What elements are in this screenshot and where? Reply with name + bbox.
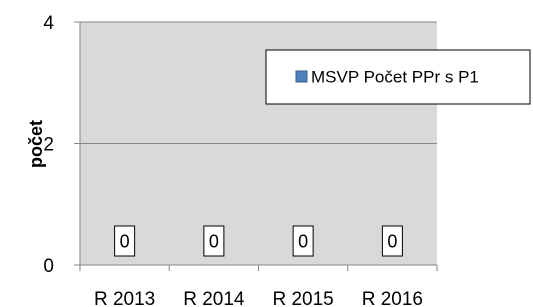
x-tick-label: R 2013 — [94, 289, 155, 307]
legend-swatch — [295, 70, 308, 83]
x-axis-ticks: R 2013 R 2014 R 2015 R 2016 — [79, 265, 438, 307]
y-axis-title: počet — [26, 120, 46, 168]
data-label: 0 — [120, 232, 130, 252]
bar-chart: 024 R 2013 R 2014 R 2015 R 2016 0000 počet … — [26, 13, 531, 307]
data-label: 0 — [209, 232, 219, 252]
y-tick-label: 4 — [43, 13, 54, 34]
legend: MSVP Počet PPr s P1 — [265, 49, 531, 105]
y-axis-ticks: 024 — [43, 13, 80, 277]
data-label: 0 — [298, 232, 308, 252]
y-tick-label: 0 — [43, 256, 54, 277]
data-label: 0 — [387, 232, 397, 252]
x-tick-label: R 2016 — [362, 289, 423, 307]
x-tick-label: R 2015 — [272, 289, 333, 307]
legend-label: MSVP Počet PPr s P1 — [311, 68, 479, 87]
x-tick-label: R 2014 — [183, 289, 245, 307]
